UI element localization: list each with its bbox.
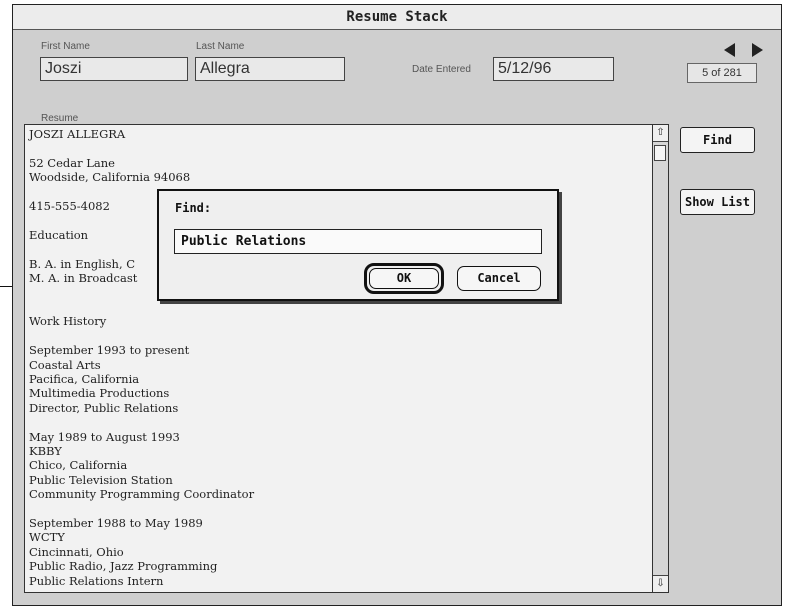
scroll-down-arrow-icon[interactable]: ⇩ — [653, 575, 668, 592]
window-title: Resume Stack — [346, 9, 448, 25]
resume-label: Resume — [41, 113, 79, 124]
scroll-thumb[interactable] — [654, 145, 666, 161]
last-name-label: Last Name — [196, 41, 245, 52]
find-dialog: Find: Public Relations OK Cancel — [157, 189, 559, 301]
cancel-button[interactable]: Cancel — [457, 266, 541, 291]
ok-button[interactable]: OK — [369, 268, 439, 289]
ok-default-ring: OK — [364, 263, 444, 294]
find-button[interactable]: Find — [680, 127, 755, 153]
date-entered-field[interactable]: 5/12/96 — [493, 57, 614, 81]
next-record-arrow-icon[interactable] — [752, 43, 763, 57]
title-bar[interactable]: Resume Stack — [13, 5, 781, 30]
previous-record-arrow-icon[interactable] — [724, 43, 735, 57]
find-input[interactable]: Public Relations — [174, 229, 542, 254]
last-name-field[interactable]: Allegra — [195, 57, 345, 81]
record-counter: 5 of 281 — [687, 63, 757, 83]
first-name-field[interactable]: Joszi — [40, 57, 188, 81]
find-dialog-label: Find: — [175, 201, 212, 215]
first-name-label: First Name — [41, 41, 90, 52]
resume-scrollbar[interactable]: ⇧ ⇩ — [653, 124, 669, 593]
show-list-button[interactable]: Show List — [680, 189, 755, 215]
date-entered-label: Date Entered — [412, 64, 471, 75]
scroll-up-arrow-icon[interactable]: ⇧ — [653, 125, 668, 142]
